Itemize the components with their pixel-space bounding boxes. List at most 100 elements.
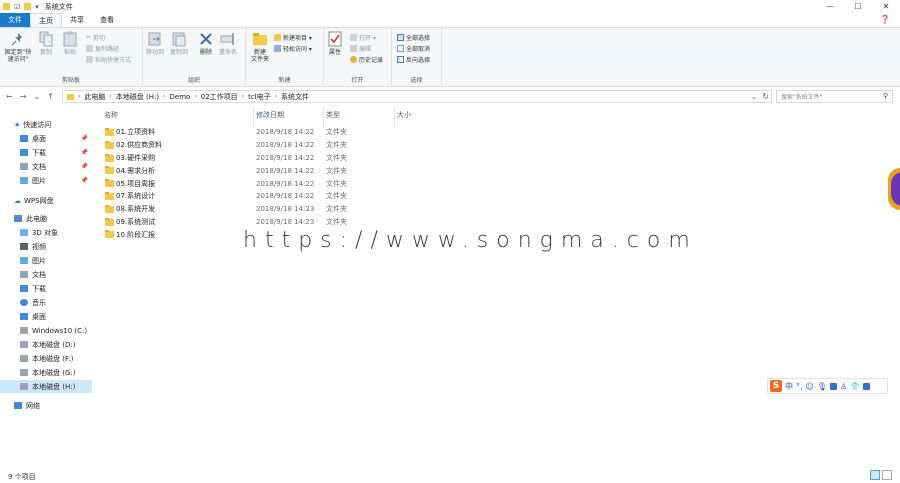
keyboard-icon[interactable] [830, 382, 838, 390]
tab-file[interactable]: 文件 [0, 13, 30, 27]
file-row[interactable]: 09.系统测试 2018/9/18 14:23 文件夹 [100, 216, 440, 229]
microphone-icon[interactable]: 🎙 [817, 382, 827, 391]
forward-arrow-icon[interactable]: → [20, 92, 27, 101]
nav-drive-g[interactable]: 本地磁盘 (G:) [0, 366, 92, 379]
file-row[interactable]: 01.立项资料 2018/9/18 14:22 文件夹 [100, 126, 440, 139]
nav-this-pc[interactable]: 此电脑 [0, 212, 92, 225]
file-name: 05.项目周报 [116, 179, 156, 188]
nav-quick-pictures[interactable]: 图片 📌 [0, 174, 92, 187]
emoji-icon[interactable]: ☺ [806, 382, 814, 391]
copy-button[interactable]: 复制 [38, 31, 54, 56]
tab-home[interactable]: 主页 [30, 13, 62, 27]
large-icons-view-icon[interactable] [882, 470, 892, 480]
ime-mode[interactable]: 中 [785, 381, 793, 392]
sogou-logo-icon[interactable]: S [770, 380, 782, 392]
search-input[interactable]: 搜索"系统文件" ⚲ [776, 90, 893, 103]
nav-drive-c[interactable]: Windows10 (C:) [0, 324, 92, 337]
breadcrumb-this-pc[interactable]: 此电脑 [84, 92, 105, 102]
help-icon[interactable]: ❓ [880, 15, 890, 24]
select-all-button[interactable]: 全部选择 [397, 33, 430, 42]
move-to-button[interactable]: 移动到 [146, 31, 164, 56]
up-arrow-icon[interactable]: ↑ [47, 92, 54, 101]
invert-selection-button[interactable]: 反向选择 [397, 55, 430, 64]
pin-quick-access-button[interactable]: 固定到"快速访问" [3, 31, 33, 63]
skin-icon[interactable]: 👕 [850, 382, 860, 391]
copy-path-button[interactable]: 复制路径 [86, 44, 119, 53]
breadcrumb-system-files[interactable]: 系统文件 [281, 92, 309, 102]
nav-quick-access[interactable]: ★ 快速访问 [0, 118, 92, 131]
select-none-button[interactable]: 全部取消 [397, 44, 430, 53]
desktop-icon [20, 313, 28, 320]
customize-quick-access-icon[interactable]: ▾ [35, 3, 39, 11]
nav-music[interactable]: 音乐 [0, 296, 92, 309]
details-view-icon[interactable] [870, 470, 880, 480]
file-row[interactable]: 04.需求分析 2018/9/18 14:22 文件夹 [100, 164, 440, 177]
file-name: 08.系统开发 [116, 205, 156, 214]
column-divider[interactable] [394, 108, 395, 128]
file-row[interactable]: 05.项目周报 2018/9/18 14:22 文件夹 [100, 177, 440, 190]
tab-view[interactable]: 查看 [92, 13, 122, 27]
refresh-icon[interactable]: ↻ [762, 92, 769, 101]
open-button[interactable]: 打开 ▾ [350, 33, 376, 42]
new-folder-quick-icon[interactable] [24, 3, 32, 10]
floating-assistant-ball[interactable] [888, 168, 900, 210]
column-divider[interactable] [323, 108, 324, 128]
column-header-name[interactable]: 名称 [104, 108, 118, 122]
breadcrumb-drive-h[interactable]: 本地磁盘 (H:) [116, 92, 159, 102]
column-header-type[interactable]: 类型 [326, 108, 340, 122]
properties-button[interactable]: 属性 [327, 31, 343, 56]
nav-downloads[interactable]: 下载 [0, 282, 92, 295]
file-row[interactable]: 07.系统设计 2018/9/18 14:22 文件夹 [100, 190, 440, 203]
file-row[interactable]: 08.系统开发 2018/9/18 14:23 文件夹 [100, 203, 440, 216]
file-row[interactable]: 03.硬件采购 2018/9/18 14:22 文件夹 [100, 152, 440, 165]
search-icon[interactable]: ⚲ [883, 92, 888, 100]
nav-quick-documents[interactable]: 文档 📌 [0, 160, 92, 173]
nav-network[interactable]: 网络 [0, 399, 92, 412]
copy-to-button[interactable]: 复制到 [170, 31, 188, 56]
ime-toolbar[interactable]: S 中 °, ☺ 🎙 ♙ 👕 [767, 378, 888, 394]
toolbox-icon[interactable] [863, 382, 871, 390]
breadcrumb-tcl[interactable]: tcl电子 [248, 92, 271, 102]
file-date: 2018/9/18 14:23 [256, 217, 315, 226]
new-item-button[interactable]: 新建项目 ▾ [274, 33, 312, 42]
column-header-size[interactable]: 大小 [397, 108, 411, 122]
nav-documents[interactable]: 文档 [0, 268, 92, 281]
paste-button[interactable]: 粘贴 [62, 31, 78, 56]
column-divider[interactable] [253, 108, 254, 128]
nav-videos[interactable]: 视频 [0, 240, 92, 253]
properties-quick-icon[interactable]: ☑ [14, 3, 20, 11]
nav-drive-f[interactable]: 本地磁盘 (F:) [0, 352, 92, 365]
tab-share[interactable]: 共享 [62, 13, 92, 27]
user-icon[interactable]: ♙ [840, 382, 847, 391]
maximize-button[interactable]: ☐ [844, 0, 872, 13]
nav-wps-drive[interactable]: ☁ WPS网盘 [0, 194, 92, 207]
history-button[interactable]: 历史记录 [350, 55, 383, 64]
nav-drive-d[interactable]: 本地磁盘 (D:) [0, 338, 92, 351]
nav-quick-downloads[interactable]: 下载 📌 [0, 146, 92, 159]
nav-pictures[interactable]: 图片 [0, 254, 92, 267]
nav-desktop[interactable]: 桌面 [0, 310, 92, 323]
recent-dropdown-icon[interactable]: ⌄ [33, 92, 40, 101]
pin-icon: 📌 [80, 149, 88, 156]
close-button[interactable]: ✕ [872, 0, 900, 13]
minimize-button[interactable]: — [816, 0, 844, 13]
breadcrumb-work-projects[interactable]: 02工作项目 [201, 92, 238, 102]
easy-access-button[interactable]: 轻松访问 ▾ [274, 44, 312, 53]
nav-this-pc-label: 此电脑 [26, 214, 47, 223]
rename-button[interactable]: 重命名 [219, 31, 237, 56]
column-header-date[interactable]: 修改日期 [256, 108, 284, 122]
nav-3d-objects[interactable]: 3D 对象 [0, 226, 92, 239]
back-arrow-icon[interactable]: ← [6, 92, 13, 101]
paste-shortcut-button[interactable]: 粘贴快捷方式 [86, 55, 131, 64]
address-dropdown-icon[interactable]: ⌄ [751, 93, 757, 101]
delete-button[interactable]: 删除 [198, 31, 214, 56]
address-bar[interactable]: › 此电脑 › 本地磁盘 (H:) › Demo › 02工作项目 › tcl电… [62, 90, 772, 103]
cut-button[interactable]: ✂ 剪切 [86, 33, 105, 42]
ime-punctuation[interactable]: °, [796, 382, 803, 391]
nav-drive-h[interactable]: 本地磁盘 (H:) [0, 380, 92, 393]
new-folder-button[interactable]: 新建 文件夹 [249, 31, 271, 63]
edit-button[interactable]: 编辑 [350, 44, 371, 53]
file-row[interactable]: 02.供应商资料 2018/9/18 14:22 文件夹 [100, 139, 440, 152]
breadcrumb-demo[interactable]: Demo [170, 93, 191, 101]
nav-quick-desktop[interactable]: 桌面 📌 [0, 132, 92, 145]
